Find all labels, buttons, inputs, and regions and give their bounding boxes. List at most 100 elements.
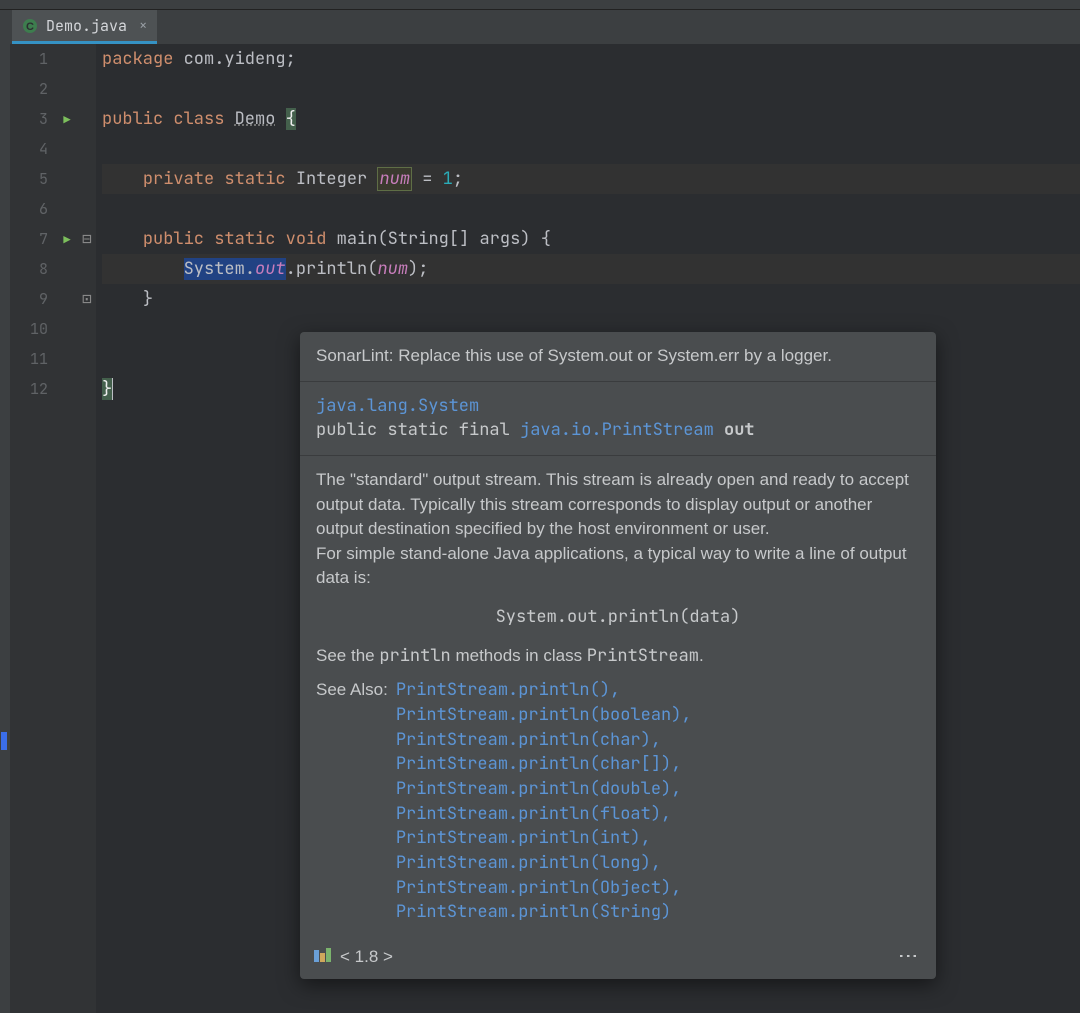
punct: ; bbox=[453, 168, 463, 190]
keyword: private bbox=[143, 168, 214, 190]
see-also-link[interactable]: PrintStream.println(double), bbox=[396, 777, 920, 802]
editor: 123456789101112 ▶▶ ⊟⊡ package com.yideng… bbox=[0, 44, 1080, 1013]
see-also-link[interactable]: PrintStream.println(char[]), bbox=[396, 752, 920, 777]
lint-warning-text: SonarLint: Replace this use of System.ou… bbox=[316, 346, 832, 365]
punct: . bbox=[286, 258, 296, 280]
keyword: static bbox=[214, 228, 275, 250]
qualifier: System bbox=[184, 258, 245, 280]
editor-tab-bar: C Demo.java × bbox=[0, 10, 1080, 44]
code-line-1[interactable]: package com.yideng; bbox=[102, 44, 1080, 74]
brace: } bbox=[143, 288, 153, 310]
line-number[interactable]: 3 bbox=[10, 104, 48, 134]
code-line-9[interactable]: } bbox=[102, 284, 1080, 314]
fold-gutter[interactable]: ⊟⊡ bbox=[78, 44, 96, 1013]
code-line-5[interactable]: private static Integer num = 1; bbox=[102, 164, 1080, 194]
class-name: Demo bbox=[235, 108, 276, 130]
field: num bbox=[377, 167, 412, 191]
type: String[] bbox=[388, 228, 470, 250]
see-also-link[interactable]: PrintStream.println(long), bbox=[396, 851, 920, 876]
line-number[interactable]: 1 bbox=[10, 44, 48, 74]
doc-paragraph: See the println methods in class PrintSt… bbox=[316, 644, 920, 669]
keyword: class bbox=[173, 108, 224, 130]
punct: = bbox=[422, 168, 432, 190]
code-line-3[interactable]: public class Demo { bbox=[102, 104, 1080, 134]
close-icon[interactable]: × bbox=[139, 17, 147, 35]
fqcn-link[interactable]: java.lang.System bbox=[316, 395, 479, 417]
line-number[interactable]: 6 bbox=[10, 194, 48, 224]
keyword: static bbox=[224, 168, 285, 190]
number: 1 bbox=[443, 168, 453, 190]
popup-footer: < 1.8 > ⋮ bbox=[300, 937, 936, 980]
doc-body: The "standard" output stream. This strea… bbox=[300, 456, 936, 937]
param: args bbox=[479, 228, 520, 250]
line-number[interactable]: 11 bbox=[10, 344, 48, 374]
code-line-7[interactable]: public static void main(String[] args) { bbox=[102, 224, 1080, 254]
jdk-version-label[interactable]: < 1.8 > bbox=[340, 945, 393, 970]
punct: ( bbox=[377, 228, 387, 250]
fold-collapse-icon[interactable]: ⊟ bbox=[82, 228, 92, 249]
code-line-4[interactable] bbox=[102, 134, 1080, 164]
brace: { bbox=[286, 108, 296, 130]
type: Integer bbox=[296, 168, 367, 190]
documentation-popup[interactable]: SonarLint: Replace this use of System.ou… bbox=[300, 332, 936, 979]
field: out bbox=[255, 258, 286, 280]
line-number[interactable]: 5 bbox=[10, 164, 48, 194]
method: main bbox=[337, 228, 378, 250]
code-line-8[interactable]: System.out.println(num); bbox=[102, 254, 1080, 284]
tab-filename: Demo.java bbox=[46, 16, 127, 36]
signature-block: java.lang.System public static final jav… bbox=[300, 382, 936, 456]
keyword: package bbox=[102, 48, 173, 70]
punct: ; bbox=[286, 48, 296, 70]
keyword: void bbox=[286, 228, 327, 250]
punct: ) bbox=[520, 228, 530, 250]
editor-tab-demo[interactable]: C Demo.java × bbox=[12, 10, 157, 44]
line-number[interactable]: 4 bbox=[10, 134, 48, 164]
see-also-link[interactable]: PrintStream.println(Object), bbox=[396, 876, 920, 901]
doc-paragraph: For simple stand-alone Java applications… bbox=[316, 542, 920, 591]
line-number[interactable]: 8 bbox=[10, 254, 48, 284]
vcs-marker bbox=[1, 732, 7, 750]
line-number[interactable]: 9 bbox=[10, 284, 48, 314]
see-also-link[interactable]: PrintStream.println(char), bbox=[396, 728, 920, 753]
punct: . bbox=[245, 258, 255, 280]
brace: { bbox=[541, 228, 551, 250]
keyword: public bbox=[102, 108, 163, 130]
see-also-link[interactable]: PrintStream.println(boolean), bbox=[396, 703, 920, 728]
see-also-list: PrintStream.println(),PrintStream.printl… bbox=[396, 678, 920, 924]
see-also-link[interactable]: PrintStream.println(String) bbox=[396, 900, 920, 925]
see-also-block: See Also: PrintStream.println(),PrintStr… bbox=[316, 678, 920, 924]
keyword: public bbox=[143, 228, 204, 250]
arg: num bbox=[377, 258, 408, 280]
punct: ( bbox=[367, 258, 377, 280]
see-also-link[interactable]: PrintStream.println(), bbox=[396, 678, 920, 703]
brace: } bbox=[102, 378, 113, 400]
sig-name: out bbox=[714, 419, 755, 441]
editor-left-strip bbox=[0, 44, 10, 1013]
doc-code-sample: System.out.println(data) bbox=[316, 605, 920, 630]
svg-text:C: C bbox=[26, 21, 34, 33]
java-class-icon: C bbox=[22, 18, 38, 34]
see-also-link[interactable]: PrintStream.println(float), bbox=[396, 802, 920, 827]
lint-warning: SonarLint: Replace this use of System.ou… bbox=[300, 332, 936, 382]
punct: ; bbox=[418, 258, 428, 280]
sig-type-link[interactable]: java.io.PrintStream bbox=[520, 419, 714, 441]
run-icon[interactable]: ▶ bbox=[63, 112, 70, 128]
line-number[interactable]: 7 bbox=[10, 224, 48, 254]
line-number[interactable]: 12 bbox=[10, 374, 48, 404]
run-gutter[interactable]: ▶▶ bbox=[56, 44, 78, 1013]
line-number[interactable]: 10 bbox=[10, 314, 48, 344]
see-also-label: See Also: bbox=[316, 678, 388, 924]
line-number[interactable]: 2 bbox=[10, 74, 48, 104]
more-icon[interactable]: ⋮ bbox=[893, 946, 922, 968]
see-also-link[interactable]: PrintStream.println(int), bbox=[396, 826, 920, 851]
package-name: com.yideng bbox=[184, 48, 286, 70]
run-icon[interactable]: ▶ bbox=[63, 232, 70, 248]
code-line-2[interactable] bbox=[102, 74, 1080, 104]
module-icon bbox=[314, 945, 332, 970]
fold-expand-icon[interactable]: ⊡ bbox=[82, 288, 92, 309]
top-toolbar-strip bbox=[0, 0, 1080, 10]
code-line-6[interactable] bbox=[102, 194, 1080, 224]
doc-paragraph: The "standard" output stream. This strea… bbox=[316, 468, 920, 542]
line-number-gutter[interactable]: 123456789101112 bbox=[10, 44, 56, 1013]
sig-modifiers: public static final bbox=[316, 419, 520, 441]
